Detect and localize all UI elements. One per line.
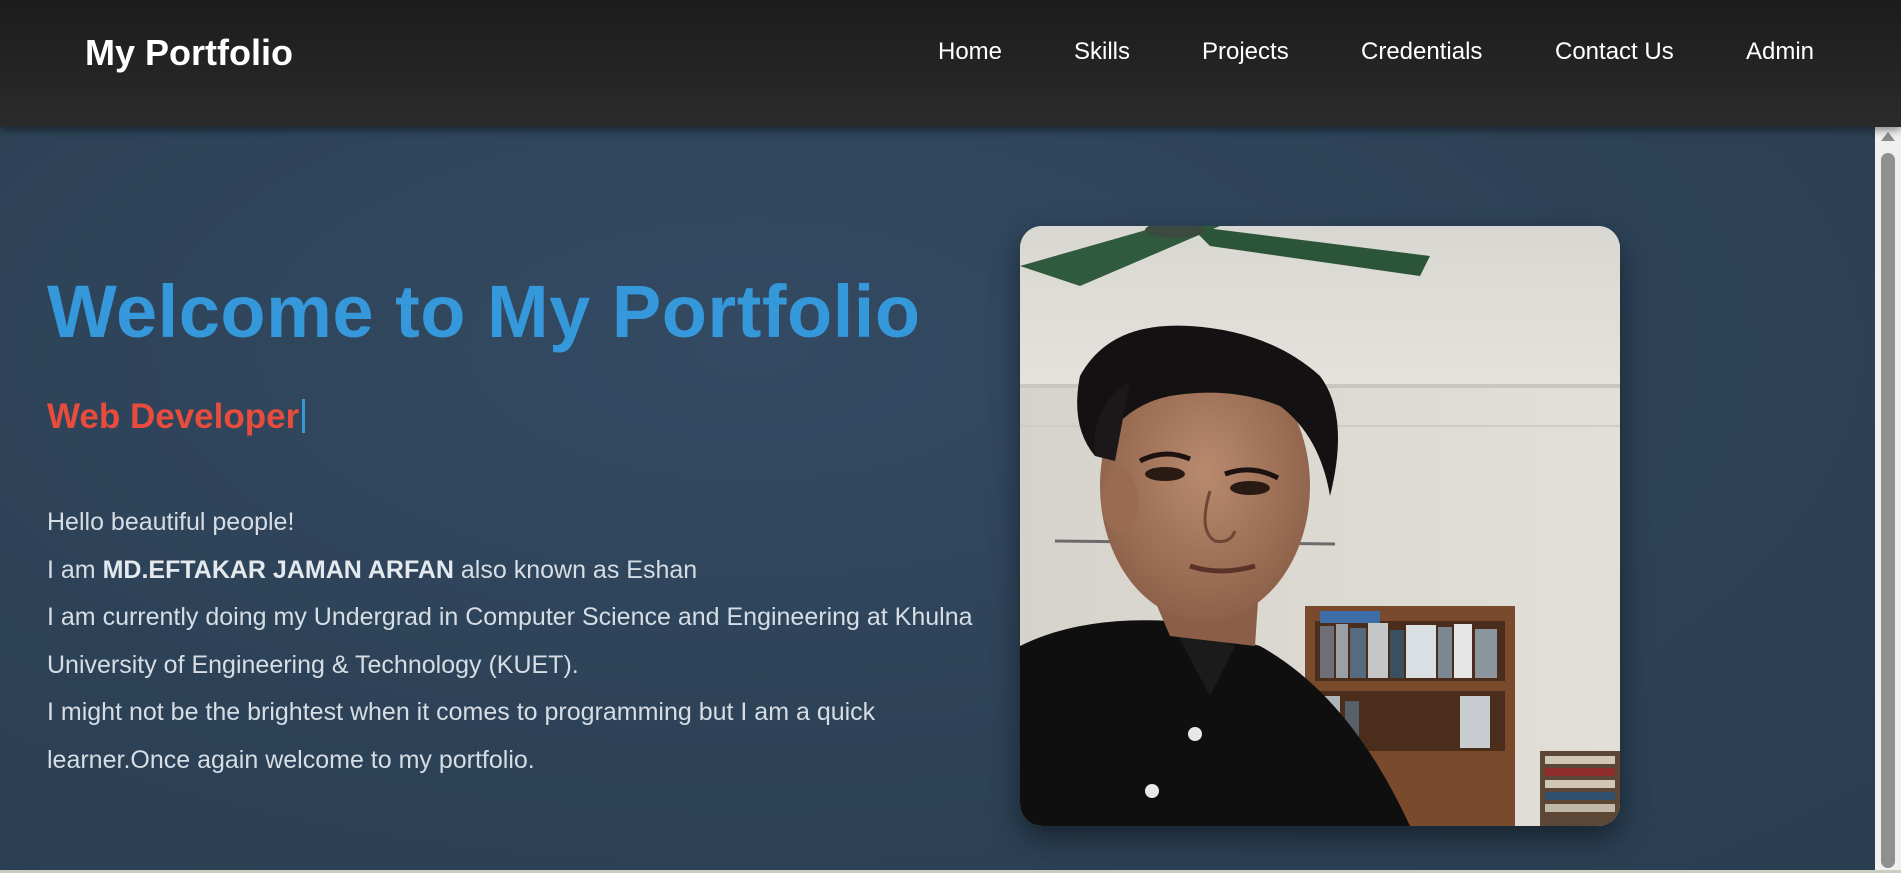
nav-link-admin[interactable]: Admin: [1746, 38, 1814, 66]
intro-name-suffix: also known as Eshan: [453, 555, 698, 584]
vertical-scrollbar[interactable]: [1875, 127, 1901, 870]
profile-photo: [1020, 226, 1620, 826]
typing-subtitle-text: Web Developer: [47, 397, 300, 436]
hero-section: Welcome to My Portfolio Web Developer He…: [0, 127, 1875, 870]
hero-title: Welcome to My Portfolio: [47, 270, 921, 353]
typing-cursor: [302, 399, 306, 433]
intro-paragraph: Hello beautiful people! I am MD.EFTAKAR …: [47, 499, 977, 784]
intro-closing: I might not be the brightest when it com…: [47, 698, 876, 774]
top-navbar: My Portfolio Home Skills Projects Creden…: [0, 0, 1901, 127]
scroll-up-arrow-icon[interactable]: [1881, 132, 1895, 141]
brand-logo-text[interactable]: My Portfolio: [85, 32, 293, 74]
typing-subtitle: Web Developer: [47, 397, 306, 437]
nav-link-home[interactable]: Home: [938, 38, 1002, 66]
nav-link-contact-us[interactable]: Contact Us: [1555, 38, 1674, 66]
intro-name-line: I am MD.EFTAKAR JAMAN ARFAN also known a…: [47, 547, 977, 595]
intro-name-prefix: I am: [47, 555, 103, 584]
nav-link-skills[interactable]: Skills: [1074, 38, 1130, 66]
intro-full-name: MD.EFTAKAR JAMAN ARFAN: [102, 555, 454, 584]
intro-greeting: Hello beautiful people!: [47, 508, 295, 536]
intro-education: I am currently doing my Undergrad in Com…: [47, 603, 973, 679]
nav-link-credentials[interactable]: Credentials: [1361, 38, 1482, 66]
nav-link-projects[interactable]: Projects: [1202, 38, 1289, 66]
scrollbar-thumb[interactable]: [1881, 153, 1895, 868]
